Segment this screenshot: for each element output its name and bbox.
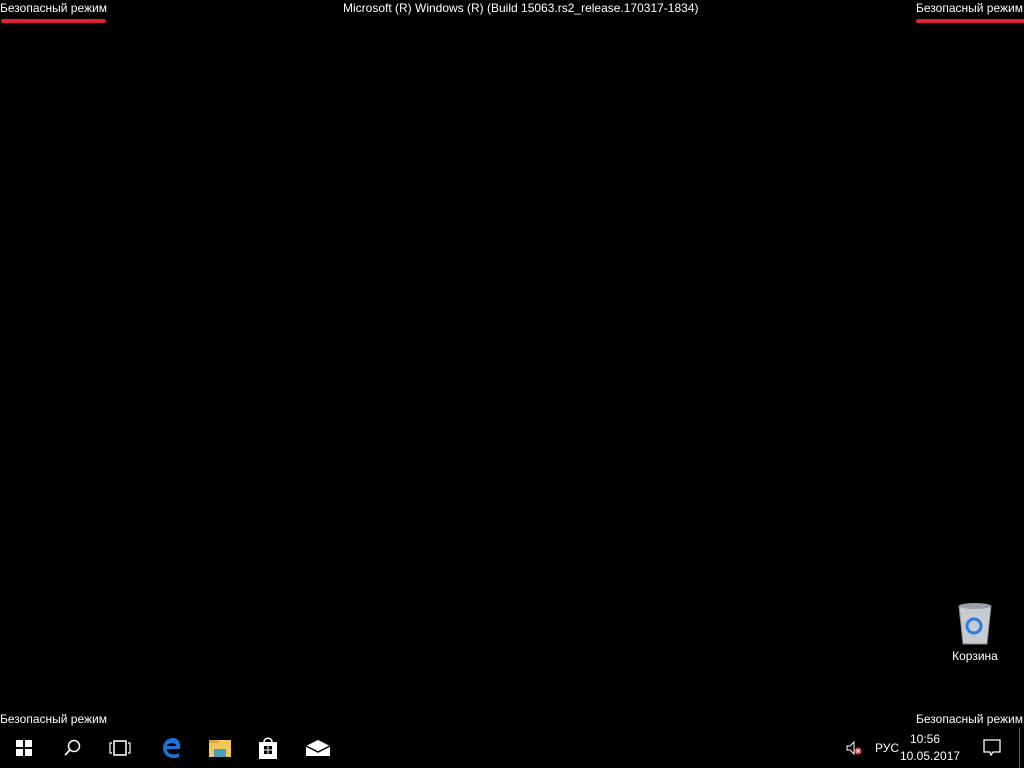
task-view-button[interactable] xyxy=(96,728,144,768)
search-icon xyxy=(64,739,81,756)
task-view-icon xyxy=(109,740,131,756)
start-button[interactable] xyxy=(0,728,48,768)
safe-mode-label-top-left: Безопасный режим xyxy=(0,1,107,15)
recycle-bin[interactable]: Корзина xyxy=(946,600,1004,663)
edge-icon xyxy=(163,738,181,758)
mail-button[interactable] xyxy=(294,728,342,768)
notification-icon xyxy=(983,739,1001,757)
build-label: Microsoft (R) Windows (R) (Build 15063.r… xyxy=(343,1,699,15)
clock[interactable]: 10:56 10.05.2017 xyxy=(900,731,961,765)
safe-mode-label-top-right: Безопасный режим xyxy=(916,1,1023,15)
show-desktop-button[interactable] xyxy=(1019,728,1020,768)
search-button[interactable] xyxy=(48,728,96,768)
store-button[interactable] xyxy=(244,728,292,768)
volume-muted-icon xyxy=(846,741,862,755)
file-explorer-icon xyxy=(209,740,231,757)
language-indicator[interactable]: РУС xyxy=(875,728,899,768)
recycle-bin-label: Корзина xyxy=(952,649,998,663)
store-icon xyxy=(259,737,277,759)
taskbar: РУС 10:56 10.05.2017 xyxy=(0,728,1024,768)
red-underline-left xyxy=(1,19,106,23)
clock-date: 10.05.2017 xyxy=(900,749,961,763)
safe-mode-label-bottom-left: Безопасный режим xyxy=(0,712,107,726)
edge-button[interactable] xyxy=(148,728,196,768)
red-underline-right xyxy=(916,19,1024,23)
safe-mode-label-bottom-right: Безопасный режим xyxy=(916,712,1023,726)
action-center-button[interactable] xyxy=(968,728,1016,768)
recycle-bin-icon xyxy=(958,603,992,645)
clock-time: 10:56 xyxy=(909,732,941,746)
windows-start-icon xyxy=(16,740,32,756)
mail-icon xyxy=(305,740,331,756)
file-explorer-button[interactable] xyxy=(196,728,244,768)
volume-button[interactable] xyxy=(846,728,862,768)
